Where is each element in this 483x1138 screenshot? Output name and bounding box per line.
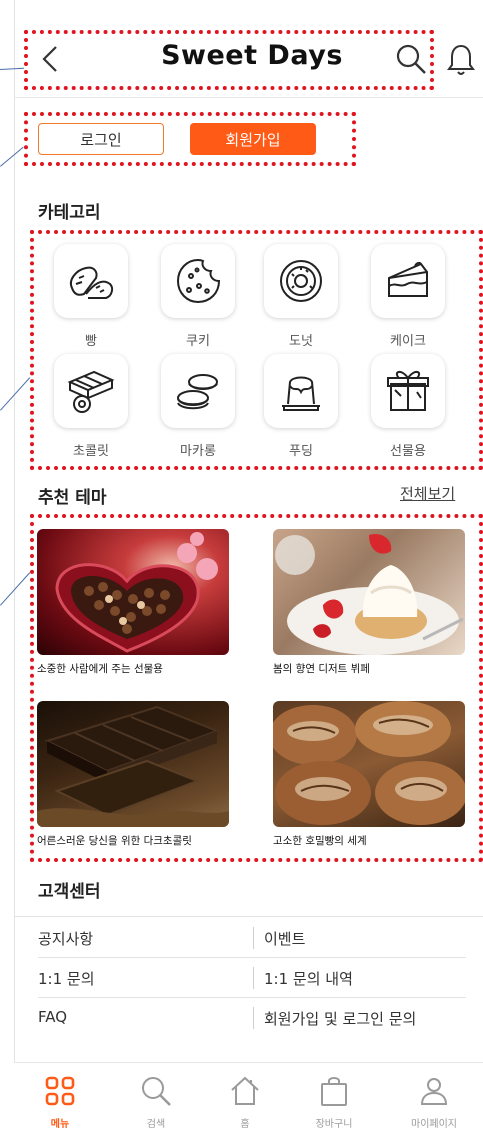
inquiry-link[interactable]: 1:1 문의 (38, 968, 95, 989)
nav-label: 마이페이지 (411, 1119, 457, 1130)
row-divider (253, 927, 254, 949)
customer-center-row: 1:1 문의 1:1 문의 내역 (38, 958, 466, 998)
categories-title: 카테고리 (38, 203, 101, 223)
row-divider (253, 967, 254, 989)
annotation-box-themes (30, 514, 483, 862)
bottom-navigation: 메뉴 검색 홈 장바구니 마이페이지 (14, 1062, 483, 1138)
nav-label: 장바구니 (315, 1119, 353, 1130)
annotation-box-header (24, 30, 434, 90)
notice-link[interactable]: 공지사항 (38, 928, 93, 949)
inquiry-history-link[interactable]: 1:1 문의 내역 (264, 968, 353, 989)
nav-search[interactable]: 검색 (116, 1073, 196, 1130)
nav-mypage[interactable]: 마이페이지 (394, 1073, 474, 1130)
shopping-bag-icon (321, 1077, 347, 1106)
customer-center-row: FAQ 회원가입 및 로그인 문의 (38, 998, 466, 1038)
bell-icon (447, 44, 475, 75)
customer-center-title: 고객센터 (38, 882, 101, 902)
row-divider (253, 1007, 254, 1029)
user-icon (420, 1078, 448, 1105)
home-icon (231, 1076, 259, 1105)
see-all-link[interactable]: 전체보기 (400, 483, 455, 504)
grid-icon (45, 1076, 75, 1106)
nav-home[interactable]: 홈 (205, 1073, 285, 1130)
nav-label: 검색 (146, 1119, 166, 1130)
themes-title: 추천 테마 (38, 488, 107, 508)
signup-login-inquiry-link[interactable]: 회원가입 및 로그인 문의 (264, 1008, 416, 1029)
annotation-box-categories (30, 230, 483, 470)
nav-menu[interactable]: 메뉴 (20, 1073, 100, 1130)
faq-link[interactable]: FAQ (38, 1008, 67, 1026)
customer-center-divider (14, 916, 483, 917)
nav-cart[interactable]: 장바구니 (294, 1073, 374, 1130)
nav-label: 메뉴 (50, 1119, 70, 1130)
notification-button[interactable] (446, 42, 476, 78)
event-link[interactable]: 이벤트 (264, 928, 305, 949)
search-icon (142, 1077, 171, 1106)
nav-label: 홈 (240, 1119, 250, 1130)
customer-center-row: 공지사항 이벤트 (38, 918, 466, 958)
annotation-box-auth (24, 112, 356, 166)
